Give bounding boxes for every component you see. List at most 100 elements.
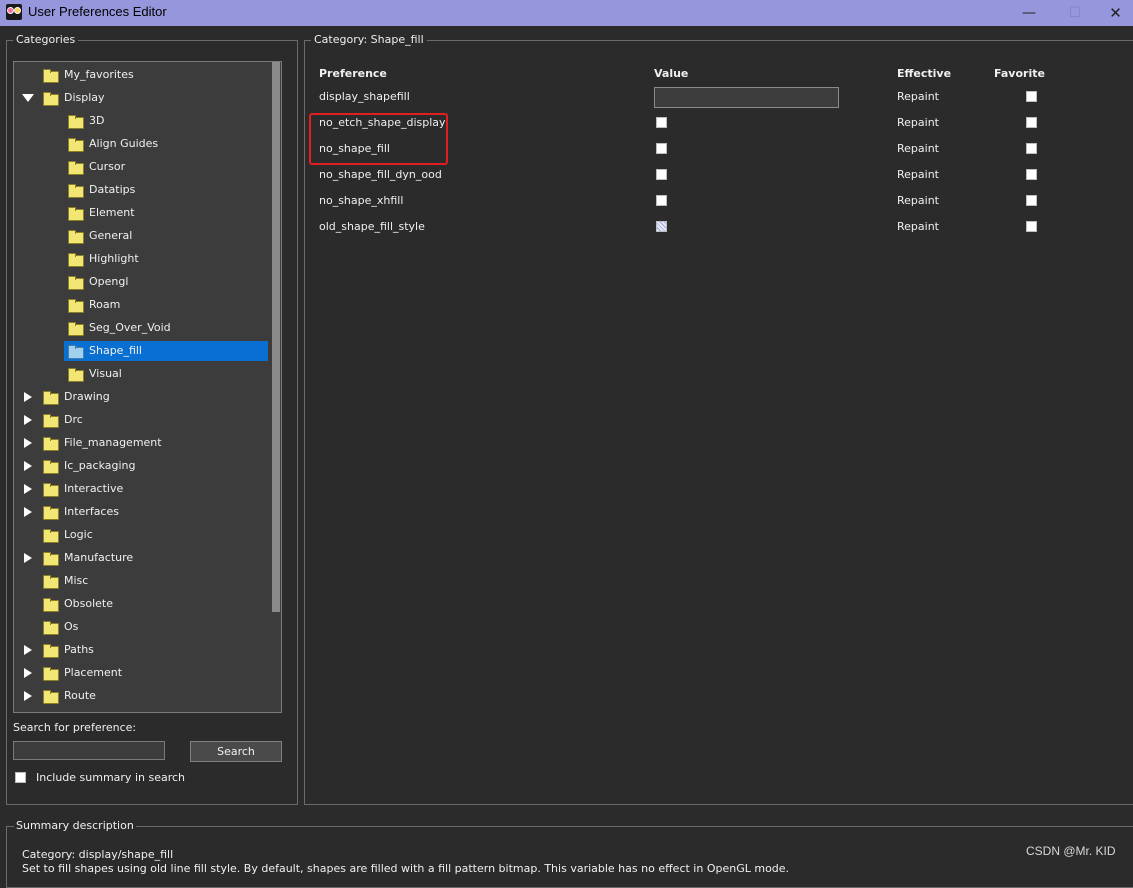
header-favorite: Favorite (994, 67, 1045, 80)
pref-value-input[interactable] (654, 87, 839, 108)
folder-icon (68, 138, 84, 152)
tree-item-obsolete[interactable]: Obsolete (14, 594, 268, 614)
caret-right-icon[interactable] (24, 507, 32, 517)
search-label: Search for preference: (13, 721, 137, 734)
tree-item-roam[interactable]: Roam (14, 295, 268, 315)
annotation-highlight-box (309, 113, 448, 165)
tree-item-visual[interactable]: Visual (14, 364, 268, 384)
caret-right-icon[interactable] (24, 415, 32, 425)
include-summary-label: Include summary in search (36, 771, 186, 784)
folder-icon (43, 667, 59, 681)
tree-item-label: Highlight (89, 252, 139, 265)
tree-item-route[interactable]: Route (14, 686, 268, 706)
caret-right-icon[interactable] (24, 691, 32, 701)
tree-item-drawing[interactable]: Drawing (14, 387, 268, 407)
tree-scrollbar[interactable] (272, 62, 280, 612)
tree-item-shape-fill[interactable]: Shape_fill (64, 341, 268, 361)
caret-right-icon[interactable] (24, 461, 32, 471)
pref-effective: Repaint (897, 220, 939, 233)
search-input[interactable] (13, 741, 165, 760)
pref-value-checkbox[interactable] (656, 195, 667, 206)
favorite-checkbox[interactable] (1026, 221, 1037, 232)
tree-item-ic-packaging[interactable]: Ic_packaging (14, 456, 268, 476)
tree-item-label: Datatips (89, 183, 136, 196)
tree-item-cursor[interactable]: Cursor (14, 157, 268, 177)
folder-icon (43, 506, 59, 520)
pref-value-checkbox[interactable] (656, 169, 667, 180)
tree-item-3d[interactable]: 3D (14, 111, 268, 131)
categories-title: Categories (13, 33, 79, 46)
favorite-checkbox[interactable] (1026, 143, 1037, 154)
header-preference: Preference (319, 67, 387, 80)
folder-icon (43, 483, 59, 497)
tree-item-label: Seg_Over_Void (89, 321, 171, 334)
tree-item-my-favorites[interactable]: My_favorites (14, 65, 268, 85)
tree-item-seg-over-void[interactable]: Seg_Over_Void (14, 318, 268, 338)
folder-icon (68, 230, 84, 244)
tree-item-interfaces[interactable]: Interfaces (14, 502, 268, 522)
folder-icon (43, 529, 59, 543)
caret-right-icon[interactable] (24, 438, 32, 448)
search-button[interactable]: Search (190, 741, 282, 762)
pref-effective: Repaint (897, 194, 939, 207)
maximize-button[interactable]: ☐ (1052, 0, 1098, 26)
category-tree[interactable]: My_favorites Display 3D Align Guides Cursor D… (13, 61, 282, 713)
close-button[interactable]: ✕ (1098, 0, 1133, 26)
pref-value-checkbox[interactable] (656, 221, 667, 232)
tree-item-os[interactable]: Os (14, 617, 268, 637)
minimize-button[interactable]: — (1006, 0, 1052, 26)
tree-item-label: Os (64, 620, 79, 633)
tree-item-label: 3D (89, 114, 105, 127)
caret-right-icon[interactable] (24, 668, 32, 678)
folder-icon (68, 299, 84, 313)
include-summary-checkbox[interactable] (15, 772, 26, 783)
tree-item-label: Visual (89, 367, 122, 380)
caret-down-icon[interactable] (22, 94, 34, 102)
tree-item-label: File_management (64, 436, 162, 449)
folder-icon (43, 598, 59, 612)
tree-item-label: Placement (64, 666, 123, 679)
folder-icon (68, 184, 84, 198)
tree-item-manufacture[interactable]: Manufacture (14, 548, 268, 568)
tree-item-display[interactable]: Display (14, 88, 268, 108)
tree-item-opengl[interactable]: Opengl (14, 272, 268, 292)
header-effective: Effective (897, 67, 952, 80)
tree-item-placement[interactable]: Placement (14, 663, 268, 683)
tree-item-label: Element (89, 206, 135, 219)
favorite-checkbox[interactable] (1026, 117, 1037, 128)
tree-item-element[interactable]: Element (14, 203, 268, 223)
window-title: User Preferences Editor (28, 4, 167, 19)
tree-item-label: Drc (64, 413, 83, 426)
caret-right-icon[interactable] (24, 392, 32, 402)
folder-icon (43, 690, 59, 704)
tree-item-file-management[interactable]: File_management (14, 433, 268, 453)
tree-item-logic[interactable]: Logic (14, 525, 268, 545)
pref-effective: Repaint (897, 90, 939, 103)
folder-icon (43, 621, 59, 635)
pref-effective: Repaint (897, 116, 939, 129)
tree-item-interactive[interactable]: Interactive (14, 479, 268, 499)
pref-value-checkbox[interactable] (656, 143, 667, 154)
tree-item-align-guides[interactable]: Align Guides (14, 134, 268, 154)
favorite-checkbox[interactable] (1026, 91, 1037, 102)
tree-item-general[interactable]: General (14, 226, 268, 246)
caret-right-icon[interactable] (24, 484, 32, 494)
pref-value-checkbox[interactable] (656, 117, 667, 128)
app-logo-icon (6, 4, 22, 20)
caret-right-icon[interactable] (24, 553, 32, 563)
favorite-checkbox[interactable] (1026, 195, 1037, 206)
favorite-checkbox[interactable] (1026, 169, 1037, 180)
tree-item-label: General (89, 229, 133, 242)
tree-item-label: Display (64, 91, 105, 104)
pref-name-display-shapefill: display_shapefill (319, 90, 410, 103)
tree-item-label: Misc (64, 574, 89, 587)
folder-icon (68, 345, 84, 359)
tree-item-highlight[interactable]: Highlight (14, 249, 268, 269)
tree-item-misc[interactable]: Misc (14, 571, 268, 591)
tree-item-datatips[interactable]: Datatips (14, 180, 268, 200)
caret-right-icon[interactable] (24, 645, 32, 655)
folder-icon (43, 575, 59, 589)
tree-item-drc[interactable]: Drc (14, 410, 268, 430)
tree-item-paths[interactable]: Paths (14, 640, 268, 660)
folder-icon (68, 161, 84, 175)
